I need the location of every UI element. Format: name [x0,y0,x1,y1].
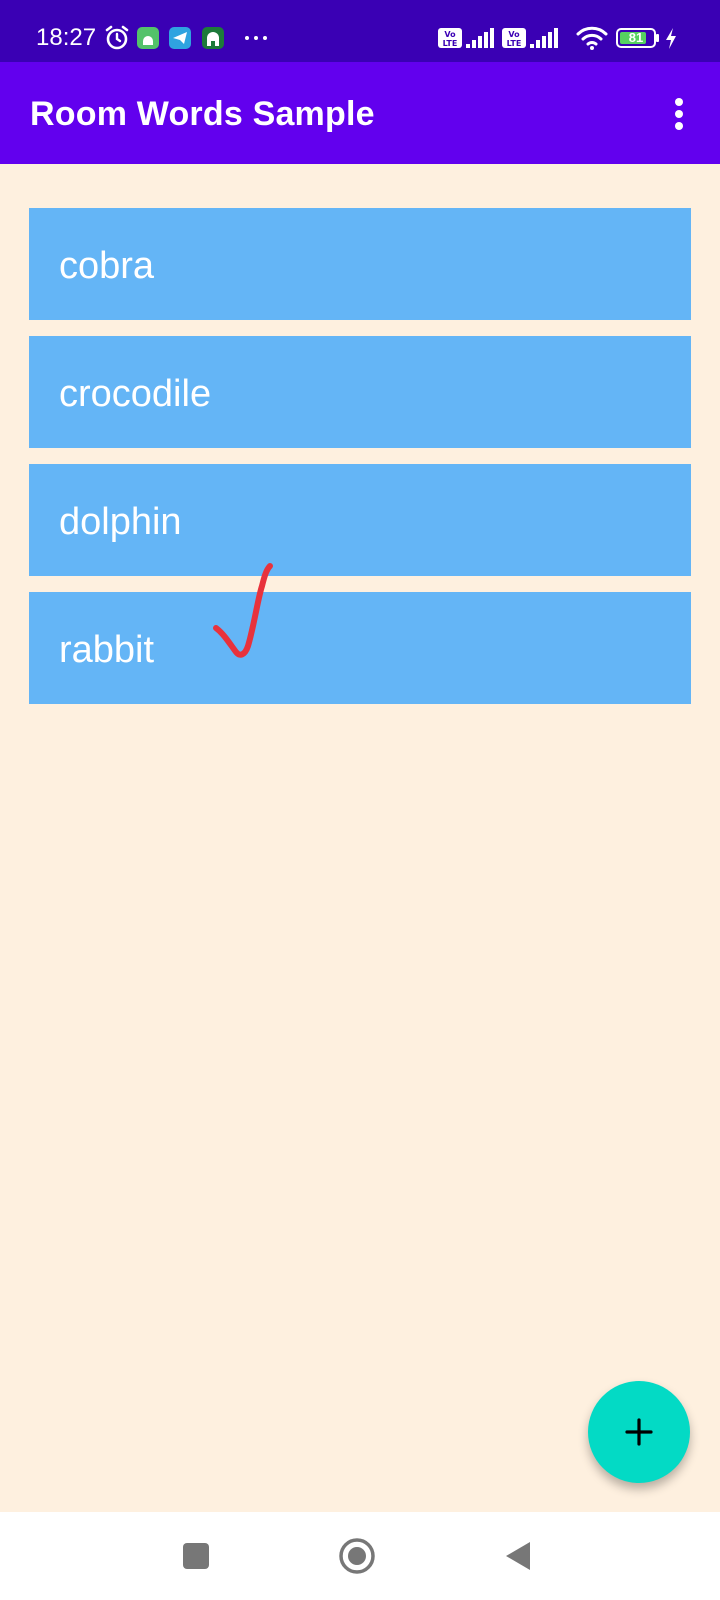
word-text: dolphin [59,501,182,543]
menu-dot [675,110,683,118]
menu-dot [675,98,683,106]
list-item[interactable]: cobra [29,208,691,320]
word-text: rabbit [59,629,155,671]
navigation-bar [0,1512,720,1600]
signal-icon [466,28,494,48]
word-list: cobra crocodile dolphin rabbit [29,208,691,720]
status-time: 18:27 [36,24,97,51]
mosque-app-icon [202,27,224,49]
more-vert-icon[interactable] [660,94,698,134]
add-word-button[interactable] [588,1381,690,1483]
back-icon[interactable] [496,1534,540,1578]
wifi-icon [576,26,608,50]
android-app-icon [137,27,159,49]
home-icon[interactable] [335,1534,379,1578]
svg-text:LTE: LTE [507,39,522,48]
recents-icon[interactable] [174,1534,218,1578]
battery-icon: 81 [616,24,660,52]
more-notifications-icon [245,36,267,40]
menu-dot [675,122,683,130]
alarm-icon [105,25,129,50]
list-item[interactable]: dolphin [29,464,691,576]
telegram-icon [169,27,191,49]
svg-text:Vo: Vo [444,30,456,39]
svg-text:LTE: LTE [443,39,458,48]
add-icon [625,1418,653,1446]
list-item[interactable]: rabbit [29,592,691,704]
word-text: crocodile [59,373,212,415]
signal-icon [530,28,558,48]
checkmark-icon [213,563,273,658]
list-item[interactable]: crocodile [29,336,691,448]
charging-icon [666,28,676,49]
volte-icon: Vo LTE [438,28,462,48]
svg-text:Vo: Vo [508,30,520,39]
status-bar: 18:27 Vo LTE Vo LTE 81 [0,0,720,62]
app-bar: Room Words Sample [0,62,720,164]
volte-icon: Vo LTE [502,28,526,48]
page-title: Room Words Sample [30,95,375,133]
word-text: cobra [59,245,155,287]
battery-level: 81 [628,30,644,45]
